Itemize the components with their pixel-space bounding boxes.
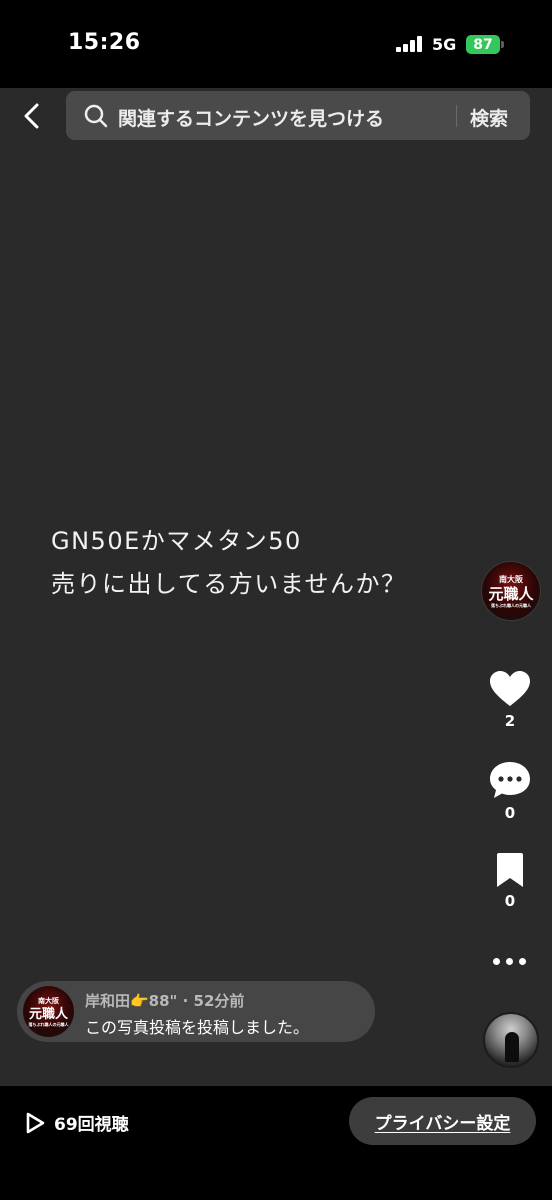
post-text: GN50Eかマメタン50 売りに出してる方いませんか？ [51,520,407,606]
heart-icon [490,671,530,706]
comment-icon [490,762,530,798]
battery-icon: 87 [466,35,500,54]
disc-figure [505,1032,519,1062]
post-text-line-1: GN50Eかマメタン50 [51,527,302,555]
views-count: 69回視聴 [54,1115,129,1135]
like-button[interactable]: 2 [488,670,532,730]
search-bar[interactable]: 関連するコンテンツを見つける 検索 [66,91,530,140]
privacy-settings-label: プライバシー設定 [374,1113,511,1134]
bookmark-button[interactable]: 0 [488,852,532,910]
avatar-logo: 南大阪 元職人 落ちぶれ職人の元職人 [488,574,534,608]
bookmark-icon [497,853,523,887]
privacy-settings-button[interactable]: プライバシー設定 [349,1097,536,1145]
post-text-line-2: 売りに出してる方いませんか？ [51,570,407,598]
more-dots-icon [493,958,500,965]
search-input[interactable]: 関連するコンテンツを見つける [118,104,384,131]
comment-count: 0 [504,804,516,822]
activity-avatar: 南大阪 元職人 落ちぶれ職人の元職人 [23,986,74,1037]
status-time: 15:26 [68,30,141,55]
battery-level: 87 [473,36,493,53]
signal-icon [396,36,424,52]
views-indicator: 69回視聴 [24,1110,129,1135]
chevron-left-icon [24,103,39,129]
activity-pill[interactable]: 南大阪 元職人 落ちぶれ職人の元職人 岸和田👉88" · 52分前 この写真投稿… [17,981,375,1042]
comment-button[interactable]: 0 [488,760,532,822]
more-options-button[interactable] [492,955,528,969]
creator-avatar[interactable]: 南大阪 元職人 落ちぶれ職人の元職人 [481,561,541,621]
activity-message: この写真投稿を投稿しました。 [85,1018,310,1037]
search-icon [84,104,108,128]
network-type: 5G [432,35,457,54]
play-icon [26,1112,45,1133]
search-button[interactable]: 検索 [470,104,508,131]
battery-tip [501,41,504,48]
like-count: 2 [504,712,516,730]
search-divider [456,105,457,127]
bookmark-count: 0 [504,892,516,910]
avatar-logo: 南大阪 元職人 落ちぶれ職人の元職人 [28,996,69,1027]
status-bar: 15:26 5G 87 [0,0,552,88]
activity-meta: 岸和田👉88" · 52分前 [85,992,245,1010]
back-button[interactable] [14,98,50,134]
music-disc[interactable] [483,1012,539,1068]
